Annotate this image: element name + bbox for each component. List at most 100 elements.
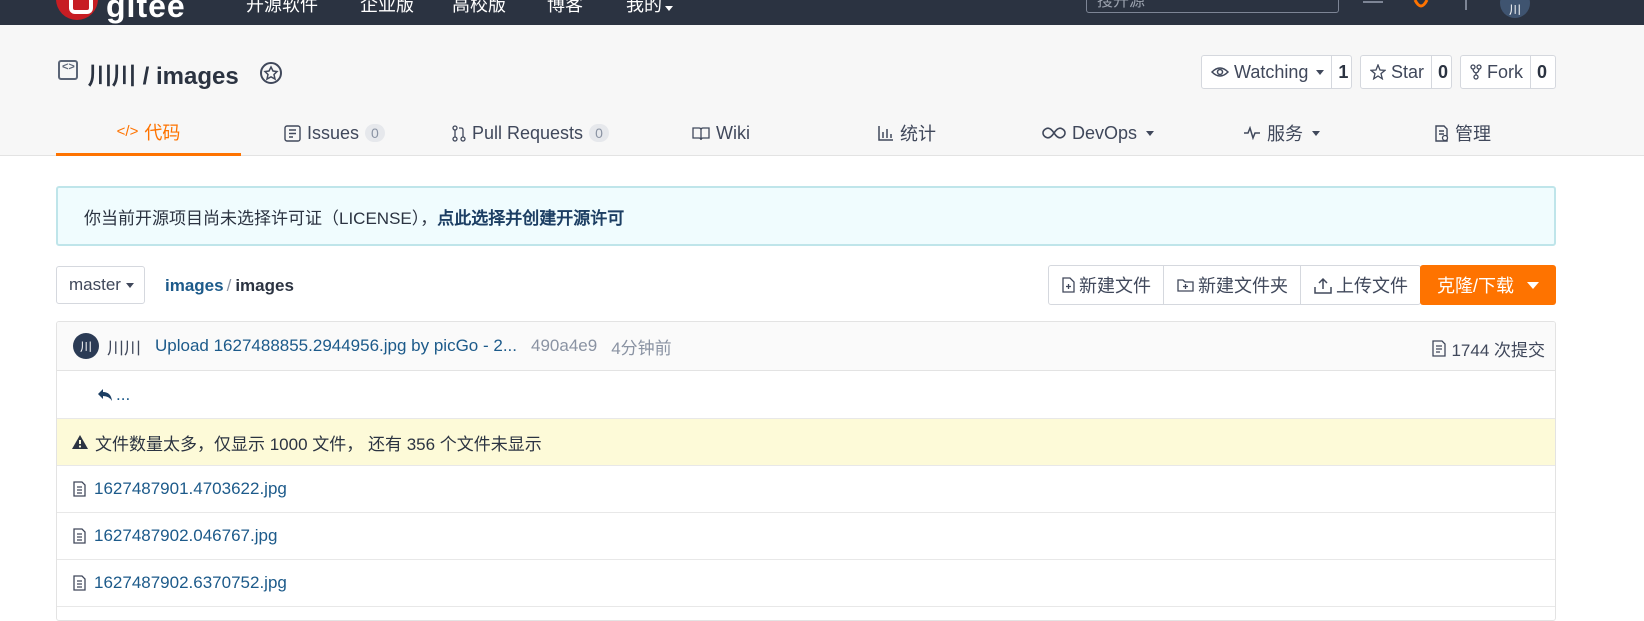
breadcrumb-separator: / [226,276,232,295]
file-name[interactable]: 1627487902.046767.jpg [94,526,277,546]
file-list: 川 川川 Upload 1627488855.2944956.jpg by pi… [56,321,1556,621]
pulse-icon [1244,126,1260,140]
tab-stats-label: 统计 [900,124,936,144]
issues-count: 0 [365,124,385,142]
commit-author[interactable]: 川川 [107,334,141,359]
file-name[interactable]: 1627487902.6370752.jpg [94,573,287,593]
warning-icon [72,435,88,449]
book-icon [692,126,710,140]
chevron-down-icon [1527,281,1539,289]
repo-tabs: </> 代码 Issues 0 Pull Requests 0 Wiki 统计 Dev… [56,110,1556,156]
commit-time: 4分钟前 [611,338,672,358]
branch-name: master [69,275,121,294]
reply-arrow-icon [98,388,112,401]
file-icon [73,528,86,544]
breadcrumb-current: images [235,276,294,295]
branch-select[interactable]: master [56,266,145,304]
list-item[interactable]: 1627487902.046767.jpg [57,513,1555,560]
nav-mine-label: 我的 [626,0,662,15]
file-name[interactable]: 1627487901.4703622.jpg [94,479,287,499]
tab-code-label: 代码 [144,122,181,143]
bar-chart-icon [878,126,893,141]
nav-open-source[interactable]: 开源软件 [246,0,318,17]
file-limit-warning-text: 文件数量太多，仅显示 1000 文件， 还有 356 个文件未显示 [95,434,542,454]
tab-manage[interactable]: 管理 [1434,110,1491,156]
fork-button[interactable]: Fork 0 [1460,55,1556,89]
fork-count[interactable]: 0 [1530,56,1553,88]
search-input[interactable]: 搜开源 [1086,0,1339,13]
new-folder-button[interactable]: 新建文件夹 [1163,266,1300,304]
commit-message[interactable]: Upload 1627488855.2944956.jpg by picGo -… [155,336,517,356]
watch-button[interactable]: Watching 1 [1201,55,1352,89]
upload-file-label: 上传文件 [1336,276,1408,296]
tab-issues-label: Issues [307,122,360,143]
list-item[interactable]: 1627487901.4703622.jpg [57,466,1555,513]
code-icon: </> [116,123,139,140]
tab-services-label: 服务 [1267,124,1303,144]
star-icon [1370,64,1386,80]
tab-wiki[interactable]: Wiki [692,110,750,156]
user-avatar[interactable]: 川 [1500,0,1530,18]
nav-education[interactable]: 高校版 [452,0,506,17]
new-file-button[interactable]: 新建文件 [1049,266,1163,304]
settings-doc-icon [1435,124,1449,142]
divider [1465,0,1467,10]
top-navbar: gitee 开源软件 企业版 高校版 博客 我的 搜开源 川 [0,0,1644,25]
new-folder-icon [1177,279,1194,292]
avatar[interactable]: 川 [73,333,99,359]
file-icon [73,575,86,591]
commit-count[interactable]: 1744 次提交 [1432,336,1545,361]
clone-download-label: 克隆/下载 [1436,276,1514,296]
nav-mine[interactable]: 我的 [626,0,673,17]
commit-count-label: 1744 次提交 [1451,341,1545,360]
chevron-down-icon [665,6,673,11]
commit-hash[interactable]: 490a4e9 [531,336,597,356]
tab-stats[interactable]: 统计 [878,110,936,156]
fork-label: Fork [1487,61,1523,82]
star-button[interactable]: Star 0 [1360,55,1452,89]
watch-label: Watching [1234,61,1309,82]
recommend-badge-icon[interactable] [258,60,284,88]
create-license-link[interactable]: 点此选择并创建开源许可 [437,204,624,229]
star-label: Star [1391,61,1425,82]
tab-services[interactable]: 服务 [1243,110,1320,156]
bell-icon[interactable] [1361,0,1385,10]
chevron-down-icon [1316,69,1325,75]
file-limit-warning: 文件数量太多，仅显示 1000 文件， 还有 356 个文件未显示 [57,419,1555,466]
list-item[interactable]: 1627487902.6370752.jpg [57,560,1555,607]
upload-file-button[interactable]: 上传文件 [1300,266,1420,304]
logo-text[interactable]: gitee [106,0,186,25]
repo-title[interactable]: 川川 / images [88,56,239,91]
license-notice: 你当前开源项目尚未选择许可证（LICENSE）， 点此选择并创建开源许可 [56,186,1556,246]
infinity-icon [1042,127,1066,139]
watch-count[interactable]: 1 [1331,56,1354,88]
repo-icon: <> [58,60,78,80]
clone-download-button[interactable]: 克隆/下载 [1420,265,1556,305]
tab-devops[interactable]: DevOps [1042,110,1155,156]
bulb-icon[interactable] [1411,0,1431,12]
chevron-down-icon [1146,130,1155,136]
star-count[interactable]: 0 [1431,56,1454,88]
nav-blog[interactable]: 博客 [547,0,583,17]
pull-request-icon [452,124,466,142]
new-file-label: 新建文件 [1079,276,1151,296]
tab-pr-label: Pull Requests [472,122,584,143]
gitee-logo-icon[interactable] [56,0,98,20]
tab-pull-requests[interactable]: Pull Requests 0 [452,110,609,156]
eye-icon [1211,67,1229,77]
nav-enterprise[interactable]: 企业版 [360,0,414,17]
commits-icon [1432,340,1447,357]
pr-count: 0 [589,124,609,142]
latest-commit: 川 川川 Upload 1627488855.2944956.jpg by pi… [57,322,1555,371]
issues-icon [284,124,301,142]
tab-issues[interactable]: Issues 0 [284,110,385,156]
new-file-icon [1062,277,1075,293]
parent-directory-label: ... [116,384,131,404]
tab-code[interactable]: </> 代码 [56,110,241,156]
license-notice-text: 你当前开源项目尚未选择许可证（LICENSE）， [84,208,438,228]
breadcrumb-root[interactable]: images [165,276,224,295]
upload-icon [1314,277,1332,294]
tab-devops-label: DevOps [1072,122,1138,143]
file-actions: 新建文件 新建文件夹 上传文件 [1048,265,1421,305]
parent-directory-link[interactable]: ... [57,371,1555,419]
